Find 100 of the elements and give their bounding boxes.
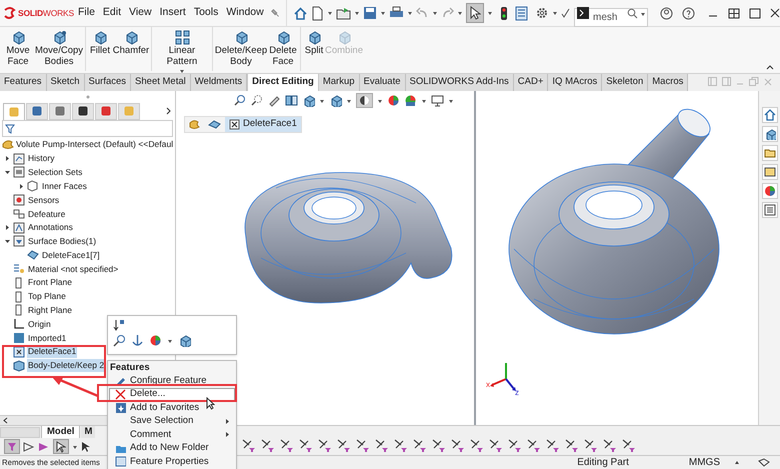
funnel-icon[interactable] bbox=[432, 439, 446, 453]
zoom-icon[interactable] bbox=[113, 334, 126, 347]
tab[interactable]: Skeleton bbox=[602, 74, 648, 91]
appearance-icon[interactable] bbox=[149, 334, 162, 347]
tree-item[interactable]: Annotations bbox=[27, 221, 74, 234]
display-style-button[interactable] bbox=[356, 93, 373, 108]
breadcrumb-item[interactable]: DeleteFace1 bbox=[225, 117, 301, 132]
cube-button[interactable] bbox=[762, 126, 778, 142]
pin-icon[interactable] bbox=[270, 7, 280, 19]
image-button[interactable] bbox=[762, 164, 778, 180]
gear-icon[interactable] bbox=[535, 6, 550, 20]
home-icon[interactable] bbox=[293, 6, 308, 20]
tab[interactable]: Sheet Metal bbox=[131, 74, 191, 91]
tree-item[interactable]: Inner Faces bbox=[41, 180, 88, 193]
cursor-icon[interactable] bbox=[81, 440, 91, 452]
tag-icon[interactable] bbox=[758, 458, 770, 468]
caret-icon[interactable] bbox=[457, 10, 464, 16]
checkmark-icon[interactable] bbox=[561, 8, 572, 18]
tab[interactable]: M bbox=[81, 426, 96, 438]
chevron-right-icon[interactable] bbox=[166, 107, 172, 115]
tab[interactable]: SOLIDWORKS Add-Ins bbox=[406, 74, 514, 91]
caret-icon[interactable] bbox=[432, 10, 438, 16]
tab[interactable]: IQ MAcros bbox=[548, 74, 602, 91]
help-icon[interactable] bbox=[682, 6, 695, 20]
anchor-icon[interactable] bbox=[131, 334, 144, 347]
funnel-icon[interactable] bbox=[394, 439, 408, 453]
caret-icon[interactable] bbox=[72, 444, 78, 450]
printer-icon[interactable] bbox=[389, 6, 404, 20]
tab[interactable]: Features bbox=[0, 74, 46, 91]
ribbon-button[interactable]: Move Face bbox=[3, 27, 33, 67]
caret-icon[interactable] bbox=[552, 10, 558, 16]
caret-icon[interactable] bbox=[407, 10, 414, 16]
caret-up-icon[interactable] bbox=[734, 460, 740, 465]
menu-item[interactable]: File bbox=[74, 5, 99, 21]
tree-root-label[interactable]: Volute Pump-Intersect (Default) <<Defaul bbox=[16, 138, 174, 152]
arrow-icon[interactable] bbox=[38, 440, 50, 452]
tree-item[interactable]: Imported1 bbox=[27, 332, 68, 344]
funnel-icon[interactable] bbox=[413, 439, 427, 453]
traffic-light-icon[interactable] bbox=[500, 6, 508, 20]
funnel-icon[interactable] bbox=[622, 439, 636, 453]
funnel-icon[interactable] bbox=[318, 439, 332, 453]
caret-icon[interactable] bbox=[421, 98, 427, 104]
ribbon-button[interactable]: Delete/Keep Body bbox=[216, 27, 266, 67]
tab[interactable]: Markup bbox=[318, 74, 360, 91]
zoom-area-icon[interactable] bbox=[251, 94, 264, 107]
menu-item[interactable]: View bbox=[125, 5, 156, 21]
tree-item[interactable]: History bbox=[27, 152, 56, 166]
tree-item[interactable]: Defeature bbox=[27, 208, 66, 220]
color-ball-button[interactable] bbox=[762, 183, 778, 199]
scene-icon[interactable] bbox=[404, 94, 417, 107]
file-icon[interactable] bbox=[311, 6, 324, 20]
arrow-icon[interactable] bbox=[23, 440, 35, 452]
tab[interactable]: Weldments bbox=[190, 74, 248, 91]
cursor-button[interactable] bbox=[53, 439, 69, 454]
menu-item[interactable]: Delete... bbox=[109, 388, 235, 401]
user-icon[interactable] bbox=[660, 6, 673, 20]
close-icon[interactable] bbox=[770, 8, 780, 18]
tab[interactable]: Macros bbox=[648, 74, 688, 91]
funnel-icon[interactable] bbox=[527, 439, 541, 453]
tree-item[interactable]: Origin bbox=[27, 318, 52, 331]
funnel-icon[interactable] bbox=[337, 439, 351, 453]
ribbon-button[interactable]: Delete Face bbox=[269, 27, 297, 67]
tab[interactable]: Sketch bbox=[46, 74, 85, 91]
caret-icon[interactable] bbox=[377, 98, 383, 104]
pencil-icon[interactable] bbox=[268, 94, 281, 107]
funnel-icon[interactable] bbox=[375, 439, 389, 453]
menu-item[interactable]: Add to New Folder bbox=[109, 442, 235, 455]
monitor-icon[interactable] bbox=[431, 94, 444, 106]
menu-item[interactable]: Insert bbox=[156, 5, 190, 21]
funnel-icon[interactable] bbox=[489, 439, 503, 453]
section-view-icon[interactable] bbox=[285, 94, 298, 107]
collapsed-arrow-icon[interactable] bbox=[4, 224, 11, 232]
tab[interactable]: Evaluate bbox=[360, 74, 406, 91]
funnel-icon[interactable] bbox=[470, 439, 484, 453]
funnel-icon[interactable] bbox=[280, 439, 294, 453]
grip-icon[interactable] bbox=[86, 94, 90, 98]
tile-windows-icon[interactable] bbox=[728, 8, 740, 18]
funnel-icon[interactable] bbox=[261, 439, 275, 453]
caret-icon[interactable] bbox=[448, 98, 454, 104]
maximize-icon[interactable] bbox=[749, 8, 761, 18]
home-button[interactable] bbox=[762, 107, 778, 123]
ribbon-button[interactable]: Split bbox=[304, 27, 324, 56]
menu-item[interactable]: Save Selection bbox=[109, 414, 235, 428]
menu-item[interactable]: Add to Favorites bbox=[109, 401, 235, 414]
funnel-icon[interactable] bbox=[242, 439, 256, 453]
tab[interactable]: Surfaces bbox=[84, 74, 132, 91]
ribbon-button[interactable]: Linear Pattern bbox=[155, 27, 209, 74]
tree-item[interactable]: Sensors bbox=[27, 194, 60, 206]
tree-item[interactable]: Body-Delete/Keep 2 bbox=[27, 359, 106, 372]
funnel-icon[interactable] bbox=[603, 439, 617, 453]
views-icon[interactable] bbox=[302, 94, 315, 107]
ribbon-button[interactable]: Chamfer bbox=[114, 27, 148, 56]
units-label[interactable]: MMGS bbox=[688, 455, 720, 469]
tree-item[interactable]: Top Plane bbox=[27, 290, 67, 304]
ribbon-button[interactable]: Fillet bbox=[89, 27, 111, 56]
panel-tab[interactable] bbox=[72, 102, 94, 120]
filter-field[interactable] bbox=[2, 120, 173, 137]
funnel-icon[interactable] bbox=[584, 439, 598, 453]
collapse-icon[interactable] bbox=[766, 64, 774, 70]
tree-item[interactable]: DeleteFace1[7] bbox=[41, 248, 101, 262]
